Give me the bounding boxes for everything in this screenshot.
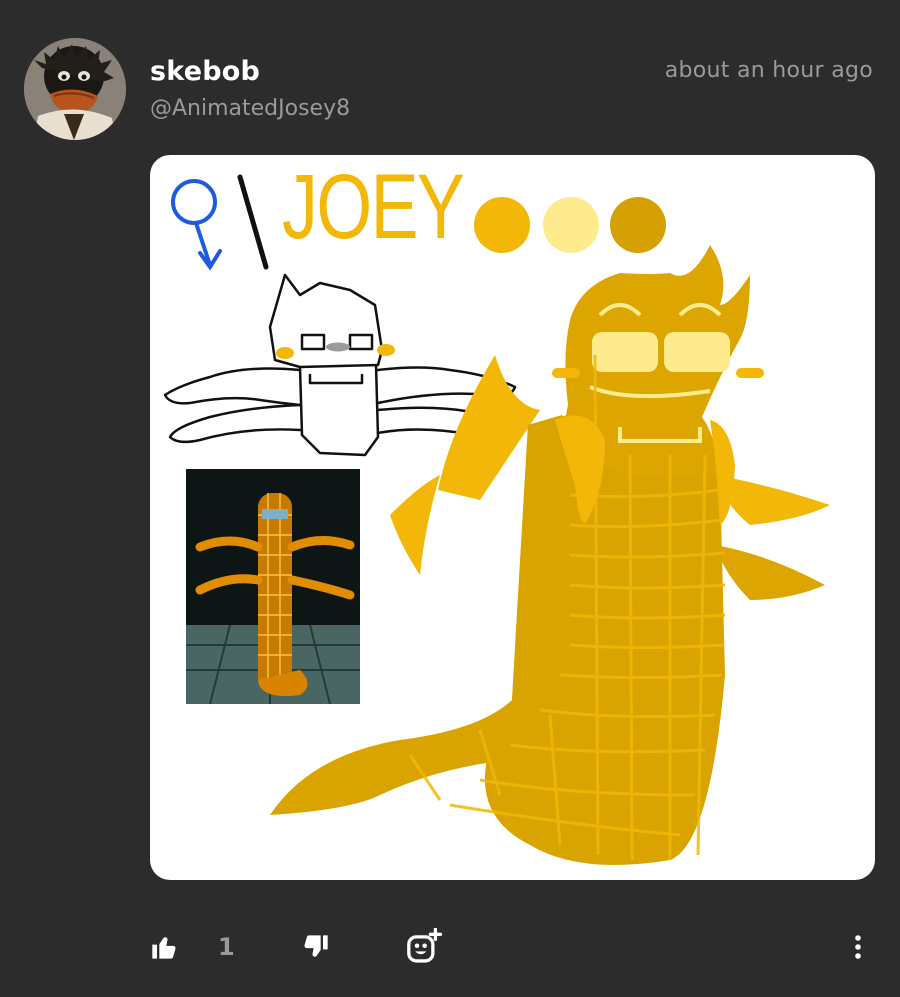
post-card: skebob @AnimatedJosey8 about an hour ago <box>0 0 900 997</box>
like-button[interactable] <box>150 915 178 979</box>
like-count: 1 <box>218 933 235 961</box>
3d-render-photo <box>186 469 360 705</box>
female-symbol <box>171 179 222 271</box>
author-display-name[interactable]: skebob <box>150 56 260 87</box>
more-options-button[interactable] <box>846 915 870 979</box>
palette-swatch <box>543 197 599 253</box>
joey-reference-artwork <box>163 174 830 865</box>
avatar-image <box>24 38 126 140</box>
thumbs-down-icon <box>304 935 328 957</box>
add-reaction-icon <box>407 928 443 963</box>
more-vertical-icon <box>855 935 861 959</box>
thumbs-up-icon <box>152 937 176 959</box>
palette-swatch <box>610 197 666 253</box>
palette-swatch <box>474 197 530 253</box>
post-timestamp: about an hour ago <box>664 58 873 83</box>
author-handle[interactable]: @AnimatedJosey8 <box>150 96 350 121</box>
dislike-button[interactable] <box>302 915 330 979</box>
add-reaction-button[interactable] <box>405 915 443 979</box>
post-image[interactable]: JOEY <box>150 155 875 880</box>
artwork-title-text: JOEY <box>282 156 465 258</box>
post-action-bar: 1 <box>0 915 900 979</box>
avatar[interactable] <box>24 38 126 140</box>
